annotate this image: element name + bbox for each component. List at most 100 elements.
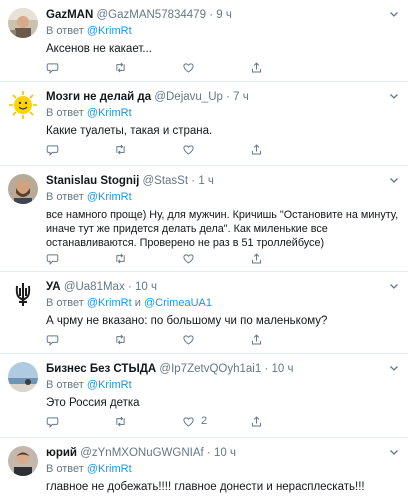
tweet[interactable]: Stanislau Stognij @StasSt · 1 ч В ответ … [0, 166, 408, 272]
like-button[interactable]: 2 [182, 413, 207, 429]
author-name[interactable]: юрий [46, 447, 77, 459]
retweet-icon [116, 334, 125, 344]
share-button[interactable] [250, 250, 263, 266]
chevron-down-icon[interactable] [388, 174, 400, 186]
like-button[interactable] [182, 331, 201, 347]
author-name[interactable]: Мозги не делай да [46, 91, 151, 103]
author-handle[interactable]: @GazMAN57834479 [96, 9, 206, 21]
author-handle[interactable]: @zYnMXONuGWGNIAf [80, 447, 204, 459]
reply-button[interactable] [46, 141, 65, 157]
reply-button[interactable] [46, 331, 65, 347]
tweet-text: Аксенов не какает... [46, 43, 152, 55]
reply-icon [46, 144, 59, 156]
author-name[interactable]: GazMAN [46, 9, 93, 21]
timestamp[interactable]: 1 ч [198, 175, 214, 187]
tweet-text: главное не добежать!!!! главное донести … [46, 481, 365, 493]
mention-link[interactable]: @KrimRt [87, 463, 132, 475]
like-button[interactable] [182, 250, 201, 266]
tweet[interactable]: GazMAN @GazMAN57834479 · 9 ч В ответ @Kr… [0, 0, 408, 82]
tweet-header: УА @Ua81Max · 10 ч [46, 280, 400, 294]
tweet-header: юрий @zYnMXONuGWGNIAf · 10 ч [46, 446, 400, 460]
chevron-down-icon[interactable] [388, 362, 400, 374]
avatar[interactable] [8, 362, 38, 392]
author-name[interactable]: Stanislau Stognij [46, 175, 139, 187]
reply-button[interactable] [46, 413, 65, 429]
retweet-icon [116, 253, 125, 263]
chevron-down-icon[interactable] [388, 446, 400, 458]
timestamp[interactable]: 10 ч [271, 363, 293, 375]
share-button[interactable] [250, 413, 263, 429]
share-icon [251, 333, 262, 344]
reply-button[interactable] [46, 59, 65, 75]
tweet-text: все намного проще) Ну, для мужчин. Кричи… [46, 209, 399, 249]
avatar[interactable] [8, 8, 38, 38]
replying-to: В ответ @KrimRt [46, 106, 400, 120]
tweet-actions [46, 59, 306, 75]
tweet[interactable]: Бизнес Без СТЫДА @Ip7ZetvQOyh1ai1 · 10 ч… [0, 354, 408, 438]
separator-dot: · [127, 281, 132, 293]
tweet-header: Бизнес Без СТЫДА @Ip7ZetvQOyh1ai1 · 10 ч [46, 362, 400, 376]
seascape-avatar-image [8, 362, 38, 392]
author-handle[interactable]: @StasSt [143, 175, 189, 187]
share-button[interactable] [250, 331, 263, 347]
bearded-man-avatar-image [8, 174, 38, 204]
mention-link[interactable]: @KrimRt [87, 297, 132, 309]
chevron-down-icon[interactable] [388, 280, 400, 292]
share-button[interactable] [250, 59, 263, 75]
separator-dot: · [191, 175, 196, 187]
reply-button[interactable] [46, 250, 65, 266]
replying-to: В ответ @KrimRt и @CrimeaUA1 [46, 296, 400, 310]
chevron-down-icon[interactable] [388, 90, 400, 102]
avatar[interactable] [8, 280, 38, 310]
timestamp[interactable]: 10 ч [135, 281, 157, 293]
reply-icon [46, 416, 59, 428]
retweet-icon [116, 144, 125, 154]
share-icon [251, 252, 262, 263]
tweet-header: GazMAN @GazMAN57834479 · 9 ч [46, 8, 400, 22]
retweet-button[interactable] [114, 413, 133, 429]
separator-dot: · [209, 9, 214, 21]
replying-prefix: В ответ [46, 379, 84, 391]
retweet-button[interactable] [114, 59, 133, 75]
replying-to: В ответ @KrimRt [46, 462, 400, 476]
author-name[interactable]: Бизнес Без СТЫДА [46, 363, 156, 375]
heart-icon [183, 416, 194, 427]
timestamp[interactable]: 7 ч [233, 91, 249, 103]
tweet-text: А чрму не вказано: по большому чи по мал… [46, 315, 328, 327]
author-name[interactable]: УА [46, 281, 61, 293]
chevron-down-icon[interactable] [388, 8, 400, 20]
mention-link[interactable]: @KrimRt [87, 191, 132, 203]
replying-prefix: В ответ [46, 463, 84, 475]
retweet-button[interactable] [114, 141, 133, 157]
mention-link[interactable]: @KrimRt [87, 25, 132, 37]
reply-icon [46, 253, 59, 265]
retweet-button[interactable] [114, 250, 133, 266]
author-handle[interactable]: @Ip7ZetvQOyh1ai1 [159, 363, 261, 375]
tweet-actions [46, 331, 306, 347]
retweet-button[interactable] [114, 331, 133, 347]
tweet-text: Какие туалеты, такая и страна. [46, 125, 213, 137]
mention-link[interactable]: @KrimRt [87, 379, 132, 391]
tweet[interactable]: УА @Ua81Max · 10 ч В ответ @KrimRt и @Cr… [0, 272, 408, 354]
mention-link[interactable]: @CrimeaUA1 [144, 297, 212, 309]
man-portrait-avatar-image [8, 446, 38, 476]
like-button[interactable] [182, 59, 201, 75]
share-button[interactable] [250, 141, 263, 157]
timestamp[interactable]: 10 ч [214, 447, 236, 459]
avatar[interactable] [8, 174, 38, 204]
author-handle[interactable]: @Dejavu_Up [154, 91, 223, 103]
timestamp[interactable]: 9 ч [216, 9, 232, 21]
share-icon [251, 143, 262, 154]
heart-icon [183, 144, 194, 155]
avatar[interactable] [8, 446, 38, 476]
avatar[interactable] [8, 90, 38, 120]
like-button[interactable] [182, 141, 201, 157]
mention-link[interactable]: @KrimRt [87, 107, 132, 119]
replying-to: В ответ @KrimRt [46, 24, 400, 38]
replies-feed: GazMAN @GazMAN57834479 · 9 ч В ответ @Kr… [0, 0, 408, 500]
tweet[interactable]: Мозги не делай да @Dejavu_Up · 7 ч В отв… [0, 82, 408, 166]
author-handle[interactable]: @Ua81Max [64, 281, 125, 293]
tweet[interactable]: юрий @zYnMXONuGWGNIAf · 10 ч В ответ @Kr… [0, 438, 408, 500]
mention-conjunction: и [134, 297, 141, 309]
heart-icon [183, 253, 194, 264]
